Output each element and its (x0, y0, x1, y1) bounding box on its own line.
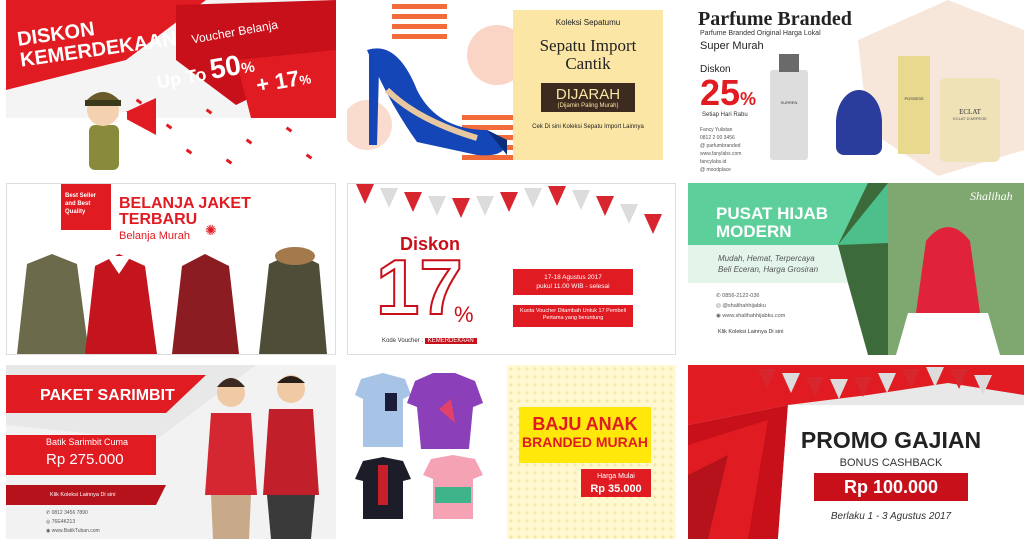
title-line-1: BELANJA JAKET (119, 195, 251, 212)
stamp-text: DIJARAH (555, 86, 621, 103)
discount-value: 25 (700, 72, 741, 113)
title-line-1: PUSAT HIJAB (716, 204, 829, 223)
banner-grid: DISKON KEMERDEKAAN Voucher Belanja Up To… (0, 0, 1024, 539)
title-line-1: BAJU ANAK (532, 414, 638, 434)
perfume-bottle-1-icon: SURREN (770, 54, 808, 160)
hijab-model-image (896, 227, 1000, 355)
date-box: 17-18 Agustus 2017 pukul 11.00 WIB - sel… (513, 269, 633, 295)
percent-sign: % (740, 89, 757, 109)
contact-ig: @ moodplace (700, 167, 731, 173)
contact-line: fancylabs.id (700, 159, 727, 165)
title-line-2: TERBARU (119, 211, 198, 228)
bottle-label-4: ECLAT (959, 108, 981, 116)
contact-social: @ parfumbranded (700, 143, 741, 149)
code-value: KEMERDEKAAN (424, 338, 477, 344)
soldier-with-megaphone-icon (85, 92, 156, 170)
title-line-1: Sepatu Import (539, 36, 637, 55)
subtitle: Parfume Branded Original Harga Lokal (700, 30, 821, 37)
contact-name: Fancy Yulistan (700, 127, 733, 133)
couple-batik-image (205, 375, 319, 539)
banner-sepatu-import[interactable]: Koleksi Sepatumu Sepatu Import Cantik DI… (347, 0, 676, 176)
stamp: DIJARAH (Dijamin Paling Murah) (541, 83, 635, 112)
perfume-bottle-4-icon: ECLAT ECLAT D'ARPEGE (940, 78, 1000, 162)
title: PUSAT HIJAB MODERN (716, 205, 828, 241)
title-line-2: Cantik (565, 54, 611, 73)
tagline-1: Mudah, Hemat, Terpercaya (718, 254, 815, 263)
cta-link[interactable]: Klik Koleksi Lainnya Di sini (50, 492, 115, 498)
footer-text: Cek Di sini Koleksi Sepatu Import Lainny… (532, 124, 644, 130)
contact-instagram: @shalihahhijabku (722, 303, 766, 309)
taglines: Mudah, Hemat, Terpercaya Beli Eceran, Ha… (718, 253, 818, 275)
contact-list: ✆ 0856-2122-036 ◎ @shalihahhijabku ◉ www… (716, 293, 786, 319)
contact-pin: 76E4K213 (51, 519, 76, 525)
subtitle: BONUS CASHBACK (839, 457, 943, 469)
contact-website: www.BatikTuban.com (51, 528, 100, 534)
best-seller-badge: Best Seller and Best Quality (61, 184, 111, 230)
price-ribbon: Rp 100.000 (814, 473, 968, 501)
subtitle: Belanja Murah (119, 230, 190, 242)
kicker: Koleksi Sepatumu (555, 18, 621, 27)
title-line-2: MODERN (716, 222, 792, 241)
perfume-bottle-2-icon (836, 90, 882, 155)
contact-website: www.fanylabs.com (700, 151, 742, 157)
banner-promo-gajian[interactable]: PROMO GAJIAN BONUS CASHBACK Rp 100.000 B… (688, 365, 1024, 539)
code-label: Kode Voucher : (382, 338, 424, 344)
title: PROMO GAJIAN (800, 427, 982, 453)
contact-website: www.shalihahhijabku.com (722, 313, 786, 319)
bottle-label-3: POSSESS (904, 96, 924, 101)
title: BELANJA JAKET TERBARU (119, 196, 251, 228)
contact-phone: 0812 2 00 3456 (700, 135, 735, 141)
brand-logo: Shalihah (970, 189, 1013, 203)
dates: 17-18 Agustus 2017 (544, 274, 602, 281)
percent-50: 50 (207, 48, 244, 85)
percent-sign: % (454, 302, 474, 327)
title-card: BAJU ANAK BRANDED MURAH (519, 407, 651, 463)
title-line-2: BRANDED MURAH (522, 434, 648, 450)
quota-box: Kuota Voucher Ditambah Untuk 17 Pembeli … (513, 305, 633, 327)
jackets-image (17, 247, 327, 354)
discount: 25% (700, 72, 756, 114)
voucher-code: Kode Voucher : KEMERDEKAAN (382, 338, 477, 344)
price-label: Batik Sarimbit Cuma (46, 437, 129, 447)
price: Rp 35.000 (590, 483, 642, 495)
price: Rp 275.000 (46, 451, 124, 468)
banner-belanja-jaket[interactable]: Best Seller and Best Quality BELANJA JAK… (6, 183, 336, 355)
cta-link[interactable]: Klik Koleksi Lainnya Di sini (718, 329, 783, 335)
banner-paket-sarimbit[interactable]: PAKET SARIMBIT Batik Sarimbit Cuma Rp 27… (6, 365, 336, 539)
tagline-2: Beli Eceran, Harga Grosiran (718, 265, 819, 274)
banner-baju-anak[interactable]: BAJU ANAK BRANDED MURAH Harga Mulai Rp 3… (347, 365, 676, 539)
blue-high-heel-icon (367, 48, 507, 156)
validity-dates: Berlaku 1 - 3 Agustus 2017 (830, 511, 952, 522)
title: PAKET SARIMBIT (40, 387, 175, 404)
banner-pusat-hijab[interactable]: Shalihah PUSAT HIJAB MODERN Mudah, Hemat… (688, 183, 1024, 355)
banner-parfume-branded[interactable]: Parfume Branded Parfume Branded Original… (688, 0, 1024, 176)
price-label: Harga Mulai (597, 473, 635, 480)
banner-diskon-17[interactable]: Diskon 17 % Kode Voucher : KEMERDEKAAN 1… (347, 183, 676, 355)
kids-clothes-image (355, 373, 483, 519)
contact-list: Fancy Yulistan 0812 2 00 3456 @ parfumbr… (700, 126, 741, 174)
bottle-label-4-sub: ECLAT D'ARPEGE (953, 116, 987, 121)
percent-sign-2: % (298, 71, 313, 89)
note: Setiap Hari Rabu (702, 112, 748, 118)
contact-list: ✆ 0812 3456 7890 ◎ 76E4K213 ◉ www.BatikT… (46, 510, 100, 534)
big-17: 17 (375, 242, 464, 332)
title: Parfume Branded (698, 8, 852, 30)
price-tag: Harga Mulai Rp 35.000 (581, 469, 651, 497)
time: pukul 11.00 WIB - selesai (536, 283, 610, 290)
bottle-label-1: SURREN (780, 100, 798, 105)
perfume-bottle-3-icon: POSSESS (898, 56, 930, 154)
promo-card: Koleksi Sepatumu Sepatu Import Cantik DI… (513, 10, 663, 160)
contact-phone: 0856-2122-036 (722, 293, 760, 299)
badge-text: Best Seller and Best Quality (65, 193, 97, 215)
stamp-sub: (Dijamin Paling Murah) (557, 103, 619, 109)
contact-phone: 0812 3456 7890 (51, 510, 88, 516)
tagline: Super Murah (700, 40, 764, 52)
banner-diskon-kemerdekaan[interactable]: DISKON KEMERDEKAAN Voucher Belanja Up To… (6, 0, 336, 176)
lightbulb-icon: ✺ (205, 222, 217, 238)
